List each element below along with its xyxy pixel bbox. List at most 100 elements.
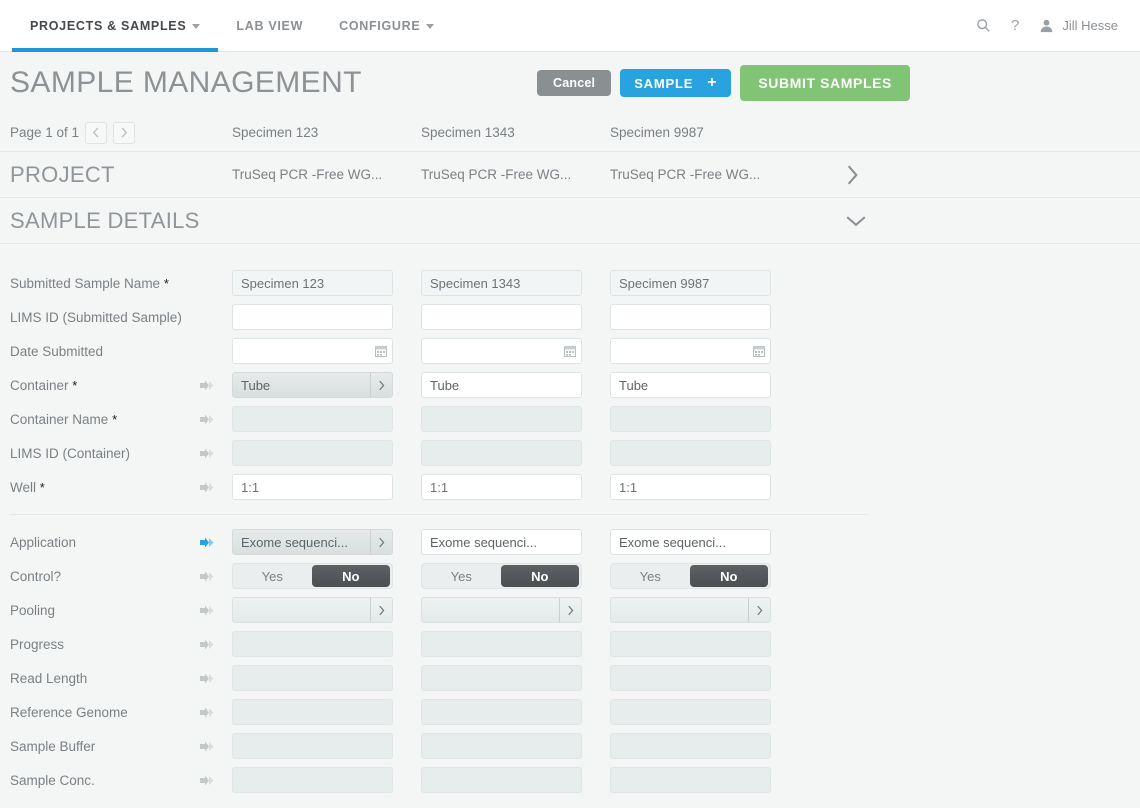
date-field[interactable] bbox=[421, 338, 582, 364]
text-input[interactable] bbox=[421, 631, 582, 657]
text-input[interactable] bbox=[232, 631, 393, 657]
dropdown[interactable] bbox=[421, 597, 582, 623]
field-cell bbox=[421, 767, 582, 793]
dropdown[interactable]: Exome sequenci... bbox=[232, 529, 393, 555]
chevron-down-icon bbox=[426, 24, 434, 29]
date-input[interactable] bbox=[610, 338, 771, 364]
dropdown[interactable] bbox=[610, 597, 771, 623]
field-row: Submitted Sample Name * bbox=[0, 266, 1140, 300]
field-label: LIMS ID (Submitted Sample) bbox=[10, 310, 200, 325]
date-input[interactable] bbox=[421, 338, 582, 364]
dropdown-arrow[interactable] bbox=[748, 598, 770, 622]
text-input[interactable] bbox=[610, 767, 771, 793]
nav-tab-configure[interactable]: CONFIGURE bbox=[321, 0, 452, 51]
date-field[interactable] bbox=[232, 338, 393, 364]
toggle-option-no-selected[interactable]: Yes bbox=[233, 569, 312, 584]
text-input[interactable] bbox=[610, 406, 771, 432]
fill-right-cell bbox=[200, 380, 232, 391]
text-input[interactable] bbox=[610, 631, 771, 657]
submit-samples-button[interactable]: SUBMIT SAMPLES bbox=[740, 65, 910, 101]
dropdown-arrow[interactable] bbox=[370, 530, 392, 554]
dropdown[interactable]: Tube bbox=[421, 372, 582, 398]
fill-right-icon[interactable] bbox=[200, 639, 217, 650]
field-cell bbox=[610, 733, 771, 759]
toggle-option-no-selected[interactable]: Yes bbox=[611, 569, 690, 584]
help-icon[interactable]: ? bbox=[1011, 17, 1019, 34]
fill-right-icon[interactable] bbox=[200, 448, 217, 459]
field-row: Well * bbox=[0, 470, 1140, 504]
toggle-option-selected[interactable]: No bbox=[312, 565, 391, 587]
section-project-expand-toggle[interactable] bbox=[845, 164, 860, 186]
text-input[interactable] bbox=[232, 665, 393, 691]
dropdown[interactable]: Tube bbox=[232, 372, 393, 398]
fill-right-icon[interactable] bbox=[200, 707, 217, 718]
dropdown-arrow[interactable] bbox=[559, 598, 581, 622]
text-input[interactable] bbox=[610, 270, 771, 296]
fill-right-icon[interactable] bbox=[200, 673, 217, 684]
field-cell bbox=[232, 406, 393, 432]
text-input[interactable] bbox=[421, 440, 582, 466]
add-sample-button[interactable]: SAMPLE + bbox=[620, 69, 731, 97]
text-input[interactable] bbox=[232, 767, 393, 793]
nav-tab-lab-view[interactable]: LAB VIEW bbox=[218, 0, 321, 51]
text-input[interactable] bbox=[421, 767, 582, 793]
field-label: Container * bbox=[10, 378, 200, 393]
fill-right-icon[interactable] bbox=[200, 571, 217, 582]
next-page-button[interactable] bbox=[113, 122, 135, 144]
fill-right-icon[interactable] bbox=[200, 380, 217, 391]
control-toggle[interactable]: YesNo bbox=[421, 563, 582, 589]
text-input[interactable] bbox=[421, 270, 582, 296]
fill-right-icon[interactable] bbox=[200, 741, 217, 752]
sample-sheet: Page 1 of 1 Specimen 123 Specimen 1343 S… bbox=[0, 114, 1140, 797]
text-input[interactable] bbox=[610, 699, 771, 725]
control-toggle[interactable]: YesNo bbox=[610, 563, 771, 589]
text-input[interactable] bbox=[421, 733, 582, 759]
toggle-option-no-selected[interactable]: Yes bbox=[422, 569, 501, 584]
dropdown[interactable]: Tube bbox=[610, 372, 771, 398]
control-toggle[interactable]: YesNo bbox=[232, 563, 393, 589]
field-cell bbox=[232, 440, 393, 466]
fill-right-icon[interactable] bbox=[200, 537, 217, 548]
text-input[interactable] bbox=[232, 733, 393, 759]
text-input[interactable] bbox=[610, 440, 771, 466]
date-field[interactable] bbox=[610, 338, 771, 364]
field-cell: Tube bbox=[421, 372, 582, 398]
search-icon[interactable] bbox=[976, 18, 991, 33]
section-sample-details-collapse-toggle[interactable] bbox=[845, 213, 867, 228]
text-input[interactable] bbox=[610, 474, 771, 500]
prev-page-button[interactable] bbox=[85, 122, 107, 144]
dropdown-value: Exome sequenci... bbox=[611, 535, 770, 550]
field-cell bbox=[232, 304, 393, 330]
text-input[interactable] bbox=[610, 304, 771, 330]
text-input[interactable] bbox=[232, 440, 393, 466]
fill-right-icon[interactable] bbox=[200, 414, 217, 425]
dropdown-arrow[interactable] bbox=[370, 373, 392, 397]
dropdown[interactable]: Exome sequenci... bbox=[421, 529, 582, 555]
cancel-button[interactable]: Cancel bbox=[537, 70, 611, 96]
field-label: Sample Buffer bbox=[10, 739, 200, 754]
date-input[interactable] bbox=[232, 338, 393, 364]
text-input[interactable] bbox=[232, 304, 393, 330]
text-input[interactable] bbox=[232, 474, 393, 500]
dropdown-arrow[interactable] bbox=[370, 598, 392, 622]
fill-right-icon[interactable] bbox=[200, 605, 217, 616]
text-input[interactable] bbox=[421, 474, 582, 500]
text-input[interactable] bbox=[232, 406, 393, 432]
text-input[interactable] bbox=[421, 304, 582, 330]
field-row: Container Name * bbox=[0, 402, 1140, 436]
text-input[interactable] bbox=[232, 270, 393, 296]
dropdown[interactable]: Exome sequenci... bbox=[610, 529, 771, 555]
dropdown[interactable] bbox=[232, 597, 393, 623]
fill-right-icon[interactable] bbox=[200, 482, 217, 493]
nav-tab-projects-samples[interactable]: PROJECTS & SAMPLES bbox=[12, 0, 218, 51]
text-input[interactable] bbox=[232, 699, 393, 725]
text-input[interactable] bbox=[610, 733, 771, 759]
text-input[interactable] bbox=[421, 699, 582, 725]
fill-right-icon[interactable] bbox=[200, 775, 217, 786]
toggle-option-selected[interactable]: No bbox=[690, 565, 769, 587]
toggle-option-selected[interactable]: No bbox=[501, 565, 580, 587]
text-input[interactable] bbox=[421, 406, 582, 432]
text-input[interactable] bbox=[421, 665, 582, 691]
text-input[interactable] bbox=[610, 665, 771, 691]
user-menu[interactable]: Jill Hesse bbox=[1039, 18, 1118, 33]
